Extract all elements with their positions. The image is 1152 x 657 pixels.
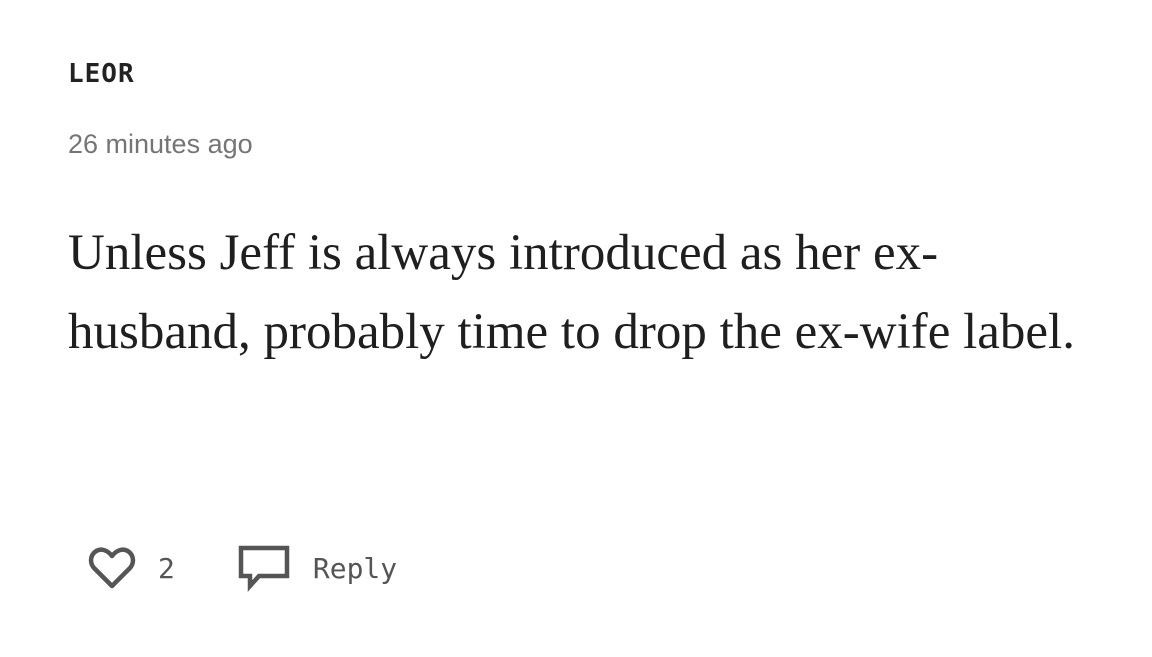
comment-body: Unless Jeff is always introduced as her … [68, 225, 1075, 360]
like-button[interactable]: 2 [88, 545, 175, 591]
comment-timestamp: 26 minutes ago [68, 129, 253, 159]
comment-actions: 2 Reply [88, 540, 397, 596]
heart-icon[interactable] [88, 545, 136, 591]
reply-label: Reply [312, 551, 398, 585]
reply-button[interactable]: Reply [237, 544, 397, 592]
comment-icon[interactable] [237, 544, 291, 592]
like-count: 2 [158, 551, 175, 585]
comment-author[interactable]: LEOR [68, 56, 135, 92]
